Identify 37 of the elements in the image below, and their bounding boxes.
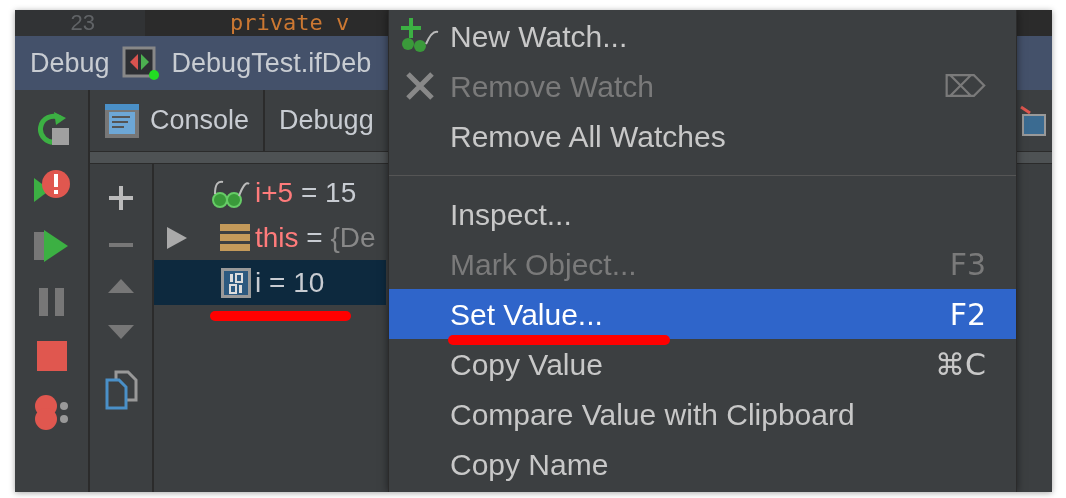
variable-entry: i = 10 — [255, 265, 325, 300]
menu-item[interactable]: Inspect... — [389, 189, 1016, 239]
add-watch-icon — [399, 18, 440, 54]
shortcut-text: F2 — [949, 295, 986, 334]
close-icon — [404, 71, 435, 101]
expand-arrow-icon[interactable] — [166, 225, 188, 250]
resume-icon — [33, 228, 70, 264]
move-up-icon — [107, 278, 135, 294]
menu-item[interactable]: New Watch... — [389, 11, 1016, 61]
run-configuration-icon — [121, 46, 160, 80]
pause-icon — [36, 286, 67, 318]
code-line: private v — [230, 10, 350, 36]
breakpoints-icon — [32, 394, 71, 432]
variable-entry: this = {De — [255, 220, 376, 255]
menu-item[interactable]: Remove All Watches — [389, 111, 1016, 161]
variable-entry: i+5 = 15 — [255, 175, 357, 210]
menu-item[interactable]: Set Value... F2 — [389, 289, 1016, 339]
stop-icon — [35, 340, 68, 372]
shortcut-text: ⌦ — [943, 67, 986, 106]
panel-title: Debug — [30, 46, 110, 80]
console-icon — [104, 102, 140, 139]
menu-item[interactable]: Copy Value ⌘C — [389, 339, 1016, 389]
move-down-icon — [107, 324, 135, 340]
configuration-name: DebugTest.ifDeb — [171, 46, 372, 80]
console-toolbar-icon — [1018, 105, 1048, 137]
add-icon — [107, 184, 135, 212]
remove-icon — [107, 242, 135, 248]
tree-row[interactable]: this = {De — [154, 215, 386, 260]
selected-tree-row[interactable]: i = 10 — [154, 260, 386, 305]
copy-icon — [104, 370, 138, 410]
menu-item[interactable]: Compare Value with Clipboard — [389, 389, 1016, 439]
tree-row[interactable]: i+5 = 15 — [154, 170, 386, 215]
binary-value-icon — [221, 267, 251, 298]
menu-item[interactable]: Copy Name — [389, 439, 1016, 489]
fields-icon — [219, 222, 251, 253]
shortcut-text: F3 — [949, 245, 986, 284]
shortcut-text: ⌘C — [935, 345, 986, 384]
